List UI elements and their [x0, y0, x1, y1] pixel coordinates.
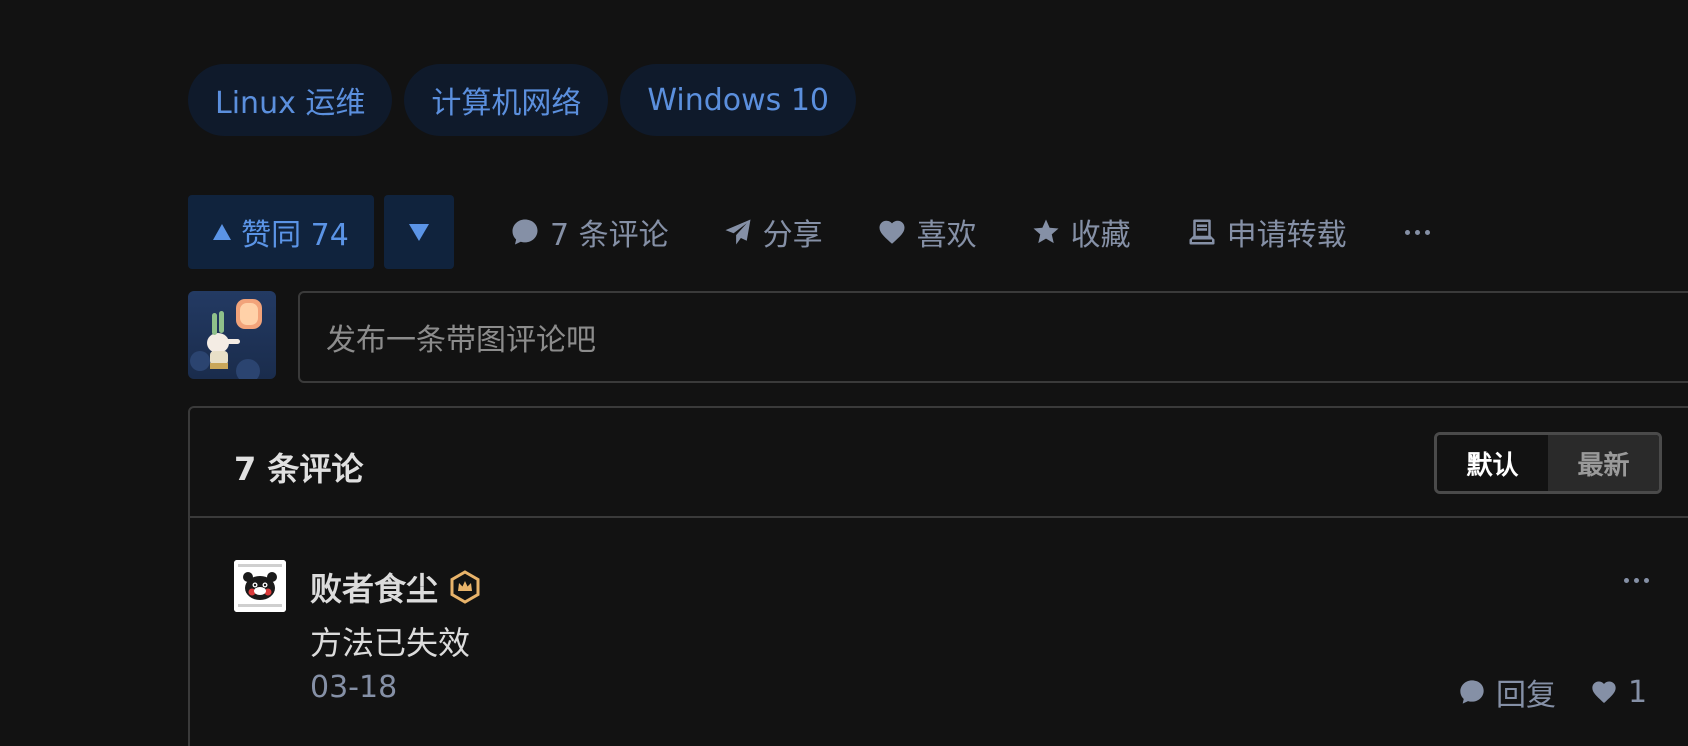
comment-author-avatar[interactable] [234, 560, 286, 612]
current-user-avatar[interactable] [188, 291, 276, 379]
comment-more-button[interactable] [1624, 578, 1649, 583]
page-root: Linux 运维 计算机网络 Windows 10 赞同 74 7 条评论 分享… [0, 0, 1688, 746]
downvote-button[interactable] [384, 195, 454, 269]
comment-bubble-icon [512, 219, 538, 245]
comment-bubble-icon [1460, 680, 1484, 704]
upvote-button[interactable]: 赞同 74 [188, 195, 374, 269]
favorite-label: 收藏 [1070, 218, 1131, 253]
tag-windows[interactable]: Windows 10 [620, 64, 857, 136]
favorite-button[interactable]: 收藏 [1031, 210, 1131, 254]
comment-like-count: 1 [1628, 674, 1648, 710]
repost-button[interactable]: 申请转载 [1187, 210, 1347, 254]
repost-icon [1189, 219, 1215, 245]
star-icon [1033, 219, 1059, 244]
share-button[interactable]: 分享 [723, 210, 823, 254]
comment-label: 7 条评论 [550, 218, 669, 253]
topic-tags: Linux 运维 计算机网络 Windows 10 [188, 64, 857, 136]
comment-author: 败者食尘 [310, 564, 482, 610]
comments-header: 7 条评论 默认 最新 [190, 408, 1688, 518]
tag-linux[interactable]: Linux 运维 [188, 64, 393, 136]
comment-date: 03-18 [310, 670, 398, 705]
heart-icon [879, 220, 905, 244]
repost-label: 申请转载 [1226, 218, 1347, 253]
comment-text: 方法已失效 [310, 624, 471, 662]
paper-plane-icon [725, 219, 751, 245]
action-bar: 赞同 74 7 条评论 分享 喜欢 收藏 申请转载 [188, 195, 1430, 269]
comments-panel: 7 条评论 默认 最新 败者食尘 方法已失效 03-18 回复 1 [188, 406, 1688, 746]
avatar-illustration [188, 291, 276, 379]
sort-toggle: 默认 最新 [1434, 432, 1662, 494]
more-actions-button[interactable] [1404, 229, 1430, 235]
comment-author-name[interactable]: 败者食尘 [310, 564, 438, 610]
more-dots-icon [1404, 229, 1430, 235]
sort-latest-button[interactable]: 最新 [1548, 435, 1659, 491]
comment-like-button[interactable]: 1 [1590, 675, 1647, 710]
share-label: 分享 [762, 218, 823, 253]
triangle-up-icon [213, 224, 232, 240]
upvote-label: 赞同 74 [241, 218, 349, 253]
kumamon-avatar-image [234, 560, 286, 612]
sort-default-button[interactable]: 默认 [1437, 435, 1548, 491]
comment-input[interactable]: 发布一条带图评论吧 [298, 291, 1688, 383]
like-button[interactable]: 喜欢 [877, 210, 977, 254]
comment-button[interactable]: 7 条评论 [510, 210, 669, 254]
tag-network[interactable]: 计算机网络 [404, 64, 609, 136]
triangle-down-icon [409, 223, 429, 241]
reply-label: 回复 [1496, 678, 1556, 713]
more-dots-icon [1624, 578, 1649, 583]
comment-actions: 回复 1 [1458, 670, 1647, 714]
heart-icon [1592, 681, 1616, 703]
like-label: 喜欢 [916, 218, 977, 253]
reply-button[interactable]: 回复 [1458, 670, 1556, 714]
comment-input-placeholder: 发布一条带图评论吧 [326, 323, 596, 358]
crown-badge-icon [450, 570, 480, 604]
comments-title: 7 条评论 [234, 450, 364, 488]
